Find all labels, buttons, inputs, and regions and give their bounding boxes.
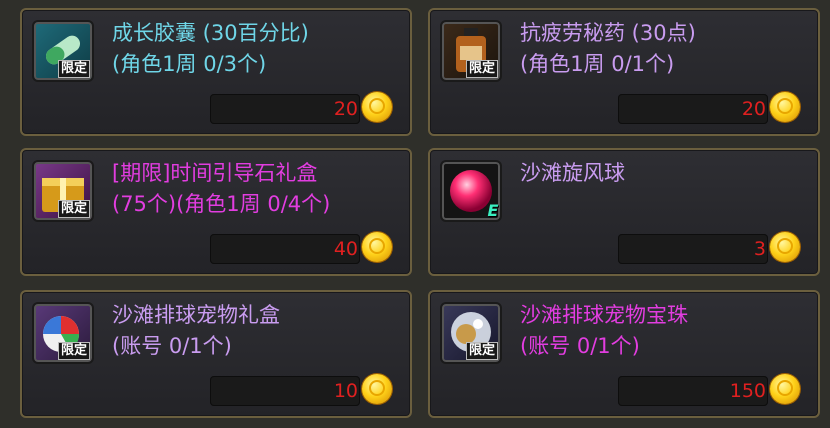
gold-coin-icon bbox=[362, 232, 392, 262]
price-bar: 20 bbox=[618, 94, 768, 124]
limited-badge: 限定 bbox=[57, 60, 90, 78]
volleyball-box-icon: 限定 bbox=[32, 302, 94, 364]
limited-badge: 限定 bbox=[465, 60, 498, 78]
shop-item-card[interactable]: 限定 沙滩排球宠物礼盒 (账号 0/1个) 10 bbox=[20, 290, 412, 418]
gold-coin-icon bbox=[770, 92, 800, 122]
item-name: 抗疲劳秘药 (30点) (角色1周 0/1个) bbox=[520, 21, 696, 76]
shop-item-card[interactable]: 限定 成长胶囊 (30百分比) (角色1周 0/3个) 20 bbox=[20, 8, 412, 136]
price-bar: 3 bbox=[618, 234, 768, 264]
beach-ball-icon: E bbox=[440, 160, 502, 222]
pet-orb-icon: 限定 bbox=[440, 302, 502, 364]
limited-badge: 限定 bbox=[57, 342, 90, 360]
item-name: 成长胶囊 (30百分比) (角色1周 0/3个) bbox=[112, 21, 309, 76]
price-value: 20 bbox=[741, 98, 766, 120]
price-bar: 40 bbox=[210, 234, 360, 264]
gold-coin-icon bbox=[362, 92, 392, 122]
grade-tag: E bbox=[487, 201, 499, 220]
limited-badge: 限定 bbox=[57, 200, 90, 218]
shop-item-card[interactable]: E 沙滩旋风球 3 bbox=[428, 148, 820, 276]
gold-coin-icon bbox=[770, 374, 800, 404]
shop-item-card[interactable]: 限定 [期限]时间引导石礼盒 (75个)(角色1周 0/4个) 40 bbox=[20, 148, 412, 276]
price-value: 3 bbox=[753, 238, 766, 260]
shop-item-card[interactable]: 限定 沙滩排球宠物宝珠 (账号 0/1个) 150 bbox=[428, 290, 820, 418]
capsule-icon: 限定 bbox=[32, 20, 94, 82]
shop-item-card[interactable]: 限定 抗疲劳秘药 (30点) (角色1周 0/1个) 20 bbox=[428, 8, 820, 136]
price-value: 10 bbox=[333, 380, 358, 402]
price-bar: 10 bbox=[210, 376, 360, 406]
price-value: 40 bbox=[333, 238, 358, 260]
item-name: [期限]时间引导石礼盒 (75个)(角色1周 0/4个) bbox=[112, 161, 331, 216]
price-value: 150 bbox=[729, 380, 766, 402]
price-bar: 150 bbox=[618, 376, 768, 406]
gold-coin-icon bbox=[362, 374, 392, 404]
gold-coin-icon bbox=[770, 232, 800, 262]
item-name: 沙滩排球宠物礼盒 (账号 0/1个) bbox=[112, 303, 280, 358]
potion-bottle-icon: 限定 bbox=[440, 20, 502, 82]
item-name: 沙滩排球宠物宝珠 (账号 0/1个) bbox=[520, 303, 688, 358]
price-bar: 20 bbox=[210, 94, 360, 124]
item-name: 沙滩旋风球 bbox=[520, 161, 625, 185]
price-value: 20 bbox=[333, 98, 358, 120]
gift-box-icon: 限定 bbox=[32, 160, 94, 222]
limited-badge: 限定 bbox=[465, 342, 498, 360]
